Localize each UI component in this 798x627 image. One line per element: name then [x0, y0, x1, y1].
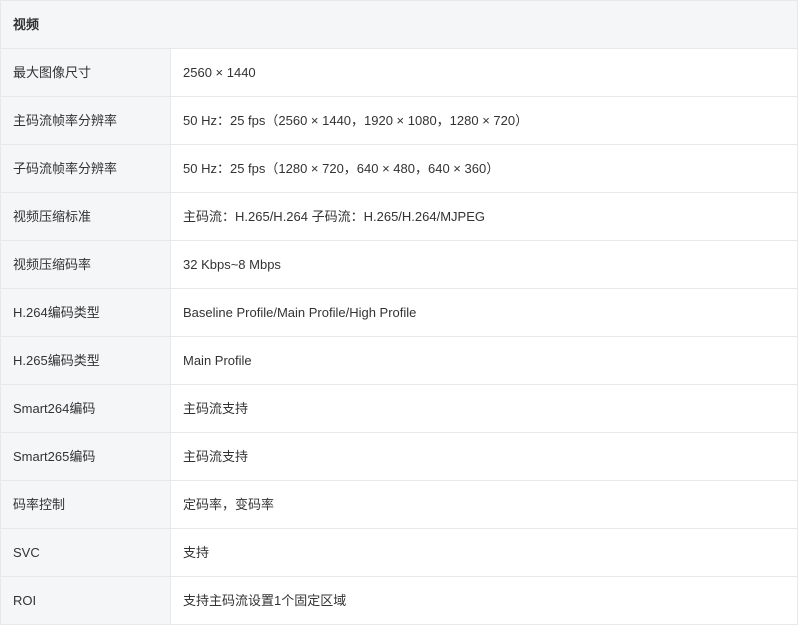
row-label: 主码流帧率分辨率	[1, 97, 171, 144]
table-row: ROI 支持主码流设置1个固定区域	[1, 577, 797, 625]
table-row: H.265编码类型 Main Profile	[1, 337, 797, 385]
row-label: H.265编码类型	[1, 337, 171, 384]
row-label: Smart264编码	[1, 385, 171, 432]
table-row: H.264编码类型 Baseline Profile/Main Profile/…	[1, 289, 797, 337]
section-header-video: 视频	[1, 1, 797, 49]
table-row: Smart264编码 主码流支持	[1, 385, 797, 433]
table-row: 视频压缩标准 主码流：H.265/H.264 子码流：H.265/H.264/M…	[1, 193, 797, 241]
row-value: 主码流：H.265/H.264 子码流：H.265/H.264/MJPEG	[183, 209, 485, 224]
row-label: Smart265编码	[1, 433, 171, 480]
row-value: 支持	[183, 545, 210, 560]
table-row: 码率控制 定码率，变码率	[1, 481, 797, 529]
row-label: 最大图像尺寸	[1, 49, 171, 96]
table-row: SVC 支持	[1, 529, 797, 577]
row-value: 支持主码流设置1个固定区域	[183, 593, 347, 608]
row-value: 主码流支持	[183, 449, 249, 464]
row-value: Main Profile	[183, 353, 252, 368]
row-value: 定码率，变码率	[183, 497, 275, 512]
table-row: 子码流帧率分辨率 50 Hz：25 fps（1280 × 720，640 × 4…	[1, 145, 797, 193]
row-value: 50 Hz：25 fps（1280 × 720，640 × 480，640 × …	[183, 161, 500, 176]
row-label: SVC	[1, 529, 171, 576]
table-row: Smart265编码 主码流支持	[1, 433, 797, 481]
row-label: 码率控制	[1, 481, 171, 528]
row-label: ROI	[1, 577, 171, 624]
table-row: 视频压缩码率 32 Kbps~8 Mbps	[1, 241, 797, 289]
row-value: 50 Hz：25 fps（2560 × 1440，1920 × 1080，128…	[183, 113, 529, 128]
row-label: 子码流帧率分辨率	[1, 145, 171, 192]
table-row: 主码流帧率分辨率 50 Hz：25 fps（2560 × 1440，1920 ×…	[1, 97, 797, 145]
row-label: H.264编码类型	[1, 289, 171, 336]
row-label: 视频压缩码率	[1, 241, 171, 288]
table-row: 最大图像尺寸 2560 × 1440	[1, 49, 797, 97]
row-label: 视频压缩标准	[1, 193, 171, 240]
spec-table: 视频 最大图像尺寸 2560 × 1440 主码流帧率分辨率 50 Hz：25 …	[0, 0, 798, 625]
row-value: 主码流支持	[183, 401, 249, 416]
row-value: Baseline Profile/Main Profile/High Profi…	[183, 305, 417, 320]
row-value: 2560 × 1440	[183, 65, 256, 80]
row-value: 32 Kbps~8 Mbps	[183, 257, 281, 272]
